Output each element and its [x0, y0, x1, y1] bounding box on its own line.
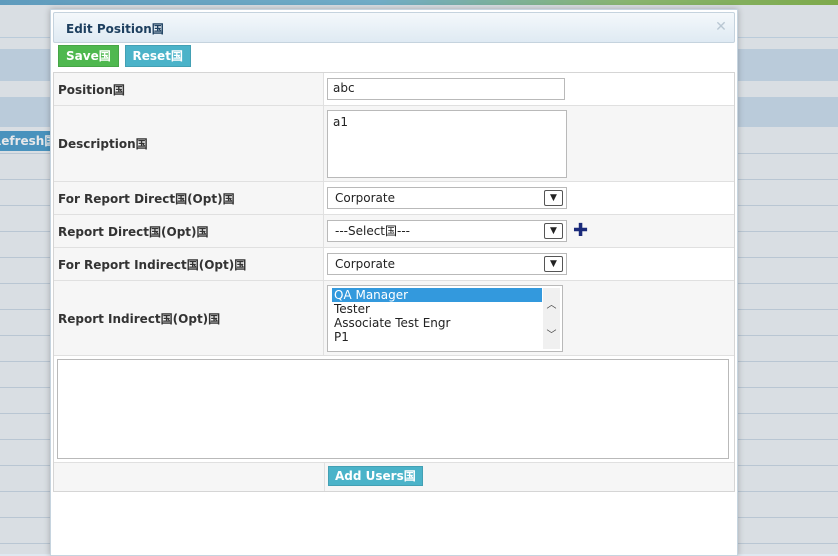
users-textarea[interactable] [57, 359, 729, 459]
for-report-indirect-select[interactable]: Corporate ▼ [327, 253, 567, 275]
list-option[interactable]: QA Manager [332, 287, 542, 302]
form-row-users [54, 356, 734, 463]
list-option[interactable]: P1 [332, 330, 542, 344]
form-row-for-report-indirect: For Report Indirect国(Opt)国 Corporate ▼ [54, 248, 734, 281]
report-direct-value: ---Select国--- [335, 224, 411, 238]
dialog-header: Edit Position国 ✕ [53, 12, 735, 43]
form-row-add-users: Add Users国 [54, 463, 734, 491]
for-report-direct-label: For Report Direct国(Opt)国 [54, 182, 324, 214]
report-direct-select[interactable]: ---Select国--- ▼ [327, 220, 567, 242]
report-indirect-label: Report Indirect国(Opt)国 [54, 281, 324, 355]
chevron-down-icon[interactable]: ﹀ [543, 326, 560, 341]
add-icon[interactable]: ✚ [573, 222, 588, 240]
list-option[interactable]: Associate Test Engr [332, 316, 542, 330]
listbox-scrollbar[interactable]: ︿ ﹀ [543, 287, 560, 349]
description-textarea[interactable]: a1 [327, 109, 567, 178]
form-row-report-direct: Report Direct国(Opt)国 ---Select国--- ▼ ✚ [54, 215, 734, 248]
form-row-description: Description国 a1 [54, 106, 734, 182]
description-label: Description国 [54, 106, 324, 181]
report-direct-label: Report Direct国(Opt)国 [54, 215, 324, 247]
for-report-direct-value: Corporate [335, 191, 395, 205]
chevron-up-icon[interactable]: ︿ [543, 296, 560, 311]
form-row-position: Position国 abc [54, 73, 734, 106]
list-option[interactable]: Tester [332, 302, 542, 316]
form-row-report-indirect: Report Indirect国(Opt)国 QA Manager Tester… [54, 281, 734, 356]
for-report-direct-select[interactable]: Corporate ▼ [327, 187, 567, 209]
form-row-for-report-direct: For Report Direct国(Opt)国 Corporate ▼ [54, 182, 734, 215]
reset-button[interactable]: Reset国 [124, 45, 191, 67]
edit-position-dialog: Edit Position国 ✕ Save国 Reset国 Position国 … [50, 9, 738, 556]
for-report-indirect-label: For Report Indirect国(Opt)国 [54, 248, 324, 280]
position-label: Position国 [54, 73, 324, 105]
for-report-indirect-value: Corporate [335, 257, 395, 271]
report-indirect-listbox[interactable]: QA Manager Tester Associate Test Engr P1… [327, 284, 563, 352]
dialog-title: Edit Position国 [66, 22, 164, 36]
position-form: Position国 abc Description国 a1 For Report… [53, 72, 735, 492]
close-icon[interactable]: ✕ [714, 20, 728, 34]
dialog-toolbar: Save国 Reset国 [58, 45, 193, 67]
chevron-down-icon: ▼ [544, 223, 563, 239]
chevron-down-icon: ▼ [544, 190, 563, 206]
position-input[interactable]: abc [327, 78, 565, 100]
add-users-button[interactable]: Add Users国 [328, 466, 423, 486]
save-button[interactable]: Save国 [58, 45, 119, 67]
chevron-down-icon: ▼ [544, 256, 563, 272]
